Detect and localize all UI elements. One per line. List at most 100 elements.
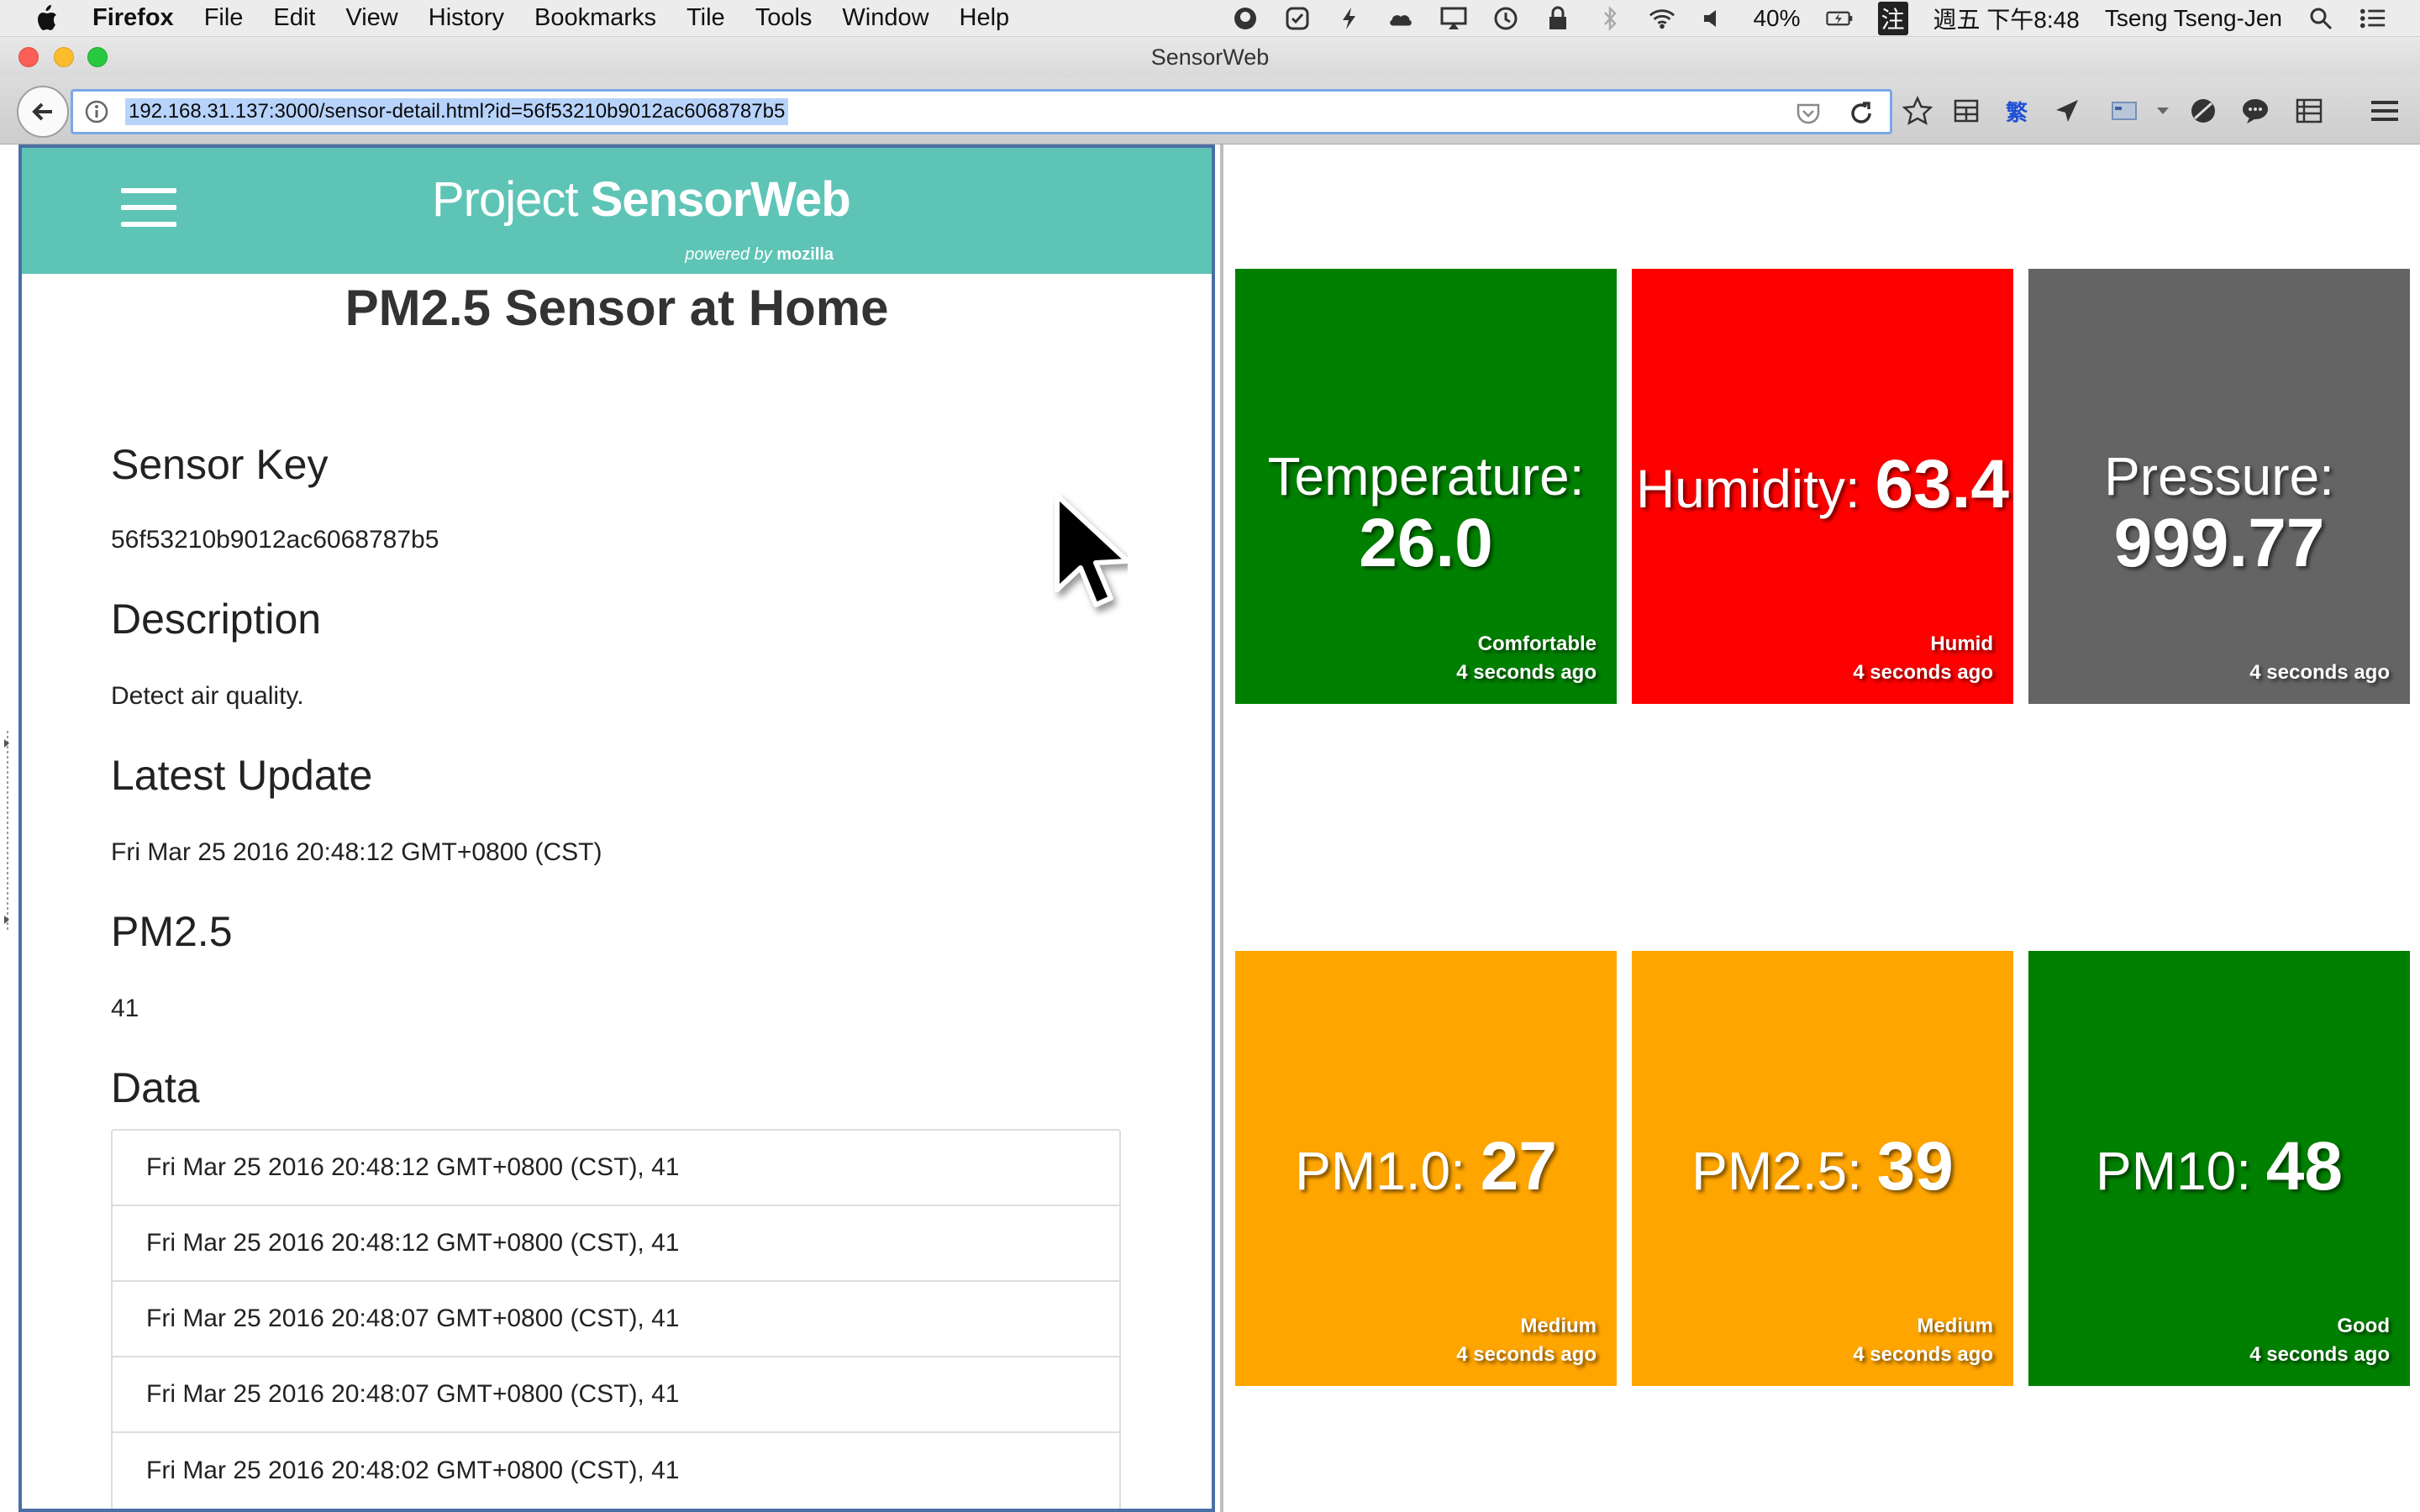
latest-update-heading: Latest Update	[111, 752, 373, 799]
battery-percent: 40%	[1753, 5, 1801, 31]
bluetooth-status-icon[interactable]	[1597, 5, 1623, 32]
send-arrow-icon[interactable]	[2052, 96, 2082, 126]
menu-history[interactable]: History	[429, 4, 504, 32]
description-heading: Description	[111, 596, 322, 643]
tile-status: Humid	[1930, 633, 1993, 655]
lightning-status-icon[interactable]	[1336, 5, 1363, 32]
list-item[interactable]: Fri Mar 25 2016 20:48:12 GMT+0800 (CST),…	[113, 1206, 1119, 1282]
chinese-convert-icon[interactable]: 繁	[2002, 96, 2032, 126]
menu-tile[interactable]: Tile	[687, 4, 725, 32]
back-button[interactable]	[17, 86, 69, 138]
url-text[interactable]: 192.168.31.137:3000/sensor-detail.html?i…	[125, 98, 789, 125]
tile-reading: Pressure: 999.77	[2028, 445, 2410, 583]
tile-updated: 4 seconds ago	[1853, 661, 1993, 684]
tile-reading: Temperature: 26.0	[1235, 445, 1617, 583]
menu-help[interactable]: Help	[960, 4, 1010, 32]
close-window-button[interactable]	[18, 47, 39, 67]
pm25-heading: PM2.5	[111, 908, 233, 955]
menu-window[interactable]: Window	[842, 4, 929, 32]
tile-updated: 4 seconds ago	[1853, 1343, 1993, 1366]
menu-tools[interactable]: Tools	[755, 4, 813, 32]
tile-reading: Humidity: 63.4	[1632, 445, 2013, 524]
app-header: Project SensorWeb powered by mozilla	[22, 148, 1212, 274]
description-value: Detect air quality.	[111, 682, 304, 710]
pane-resize-handle[interactable]	[3, 731, 12, 932]
tile-value: 39	[1876, 1128, 1954, 1205]
pressure-tile[interactable]: Pressure: 999.77 4 seconds ago	[2028, 269, 2410, 704]
menubar-clock[interactable]: 週五 下午8:48	[1933, 2, 2080, 35]
tile-updated: 4 seconds ago	[2249, 1343, 2390, 1366]
site-info-icon[interactable]	[85, 100, 108, 123]
menu-view[interactable]: View	[345, 4, 397, 32]
dropdown-chevron-icon[interactable]	[2148, 96, 2178, 126]
tile-status: Medium	[1520, 1315, 1597, 1337]
chat-status-icon[interactable]	[1232, 5, 1259, 32]
tile-value: 48	[2265, 1128, 2343, 1205]
menubar-user[interactable]: Tseng Tseng-Jen	[2105, 5, 2282, 32]
screenshot-tool-icon[interactable]	[2109, 96, 2139, 126]
battery-icon[interactable]	[1825, 5, 1853, 32]
airplay-status-icon[interactable]	[1440, 5, 1467, 32]
bookmarks-menu-icon[interactable]	[1951, 96, 1981, 126]
list-item[interactable]: Fri Mar 25 2016 20:48:07 GMT+0800 (CST),…	[113, 1357, 1119, 1433]
tile-status: Medium	[1917, 1315, 1993, 1337]
tile-updated: 4 seconds ago	[1456, 661, 1597, 684]
checkmark-status-icon[interactable]	[1284, 5, 1311, 32]
humidity-tile[interactable]: Humidity: 63.4 Humid 4 seconds ago	[1632, 269, 2013, 704]
cloud-status-icon[interactable]	[1388, 5, 1415, 32]
tile-label: PM2.5:	[1691, 1141, 1877, 1201]
pane-divider[interactable]	[1220, 144, 1223, 1512]
pm25-value: 41	[111, 995, 139, 1022]
list-item[interactable]: Fri Mar 25 2016 20:48:07 GMT+0800 (CST),…	[113, 1282, 1119, 1357]
sensor-detail-pane: Project SensorWeb powered by mozilla PM2…	[18, 144, 1215, 1512]
tile-status: Comfortable	[1477, 633, 1597, 655]
pocket-icon[interactable]	[1796, 102, 1821, 125]
reload-icon[interactable]	[1848, 100, 1875, 127]
volume-status-icon[interactable]	[1701, 5, 1728, 32]
menu-edit[interactable]: Edit	[273, 4, 315, 32]
wifi-status-icon[interactable]	[1649, 5, 1676, 32]
hamburger-menu-icon[interactable]	[121, 188, 176, 228]
tile-label: Temperature:	[1267, 446, 1585, 507]
back-arrow-icon	[32, 102, 52, 121]
spotlight-search-icon[interactable]	[2307, 5, 2334, 32]
open-menu-icon[interactable]	[2370, 96, 2400, 126]
bookmark-star-icon[interactable]	[1902, 96, 1933, 126]
tile-reading: PM1.0: 27	[1235, 1127, 1617, 1206]
apple-logo-icon[interactable]	[34, 4, 59, 33]
pm25-tile[interactable]: PM2.5: 39 Medium 4 seconds ago	[1632, 951, 2013, 1386]
pm10-tile[interactable]: PM1.0: 27 Medium 4 seconds ago	[1235, 951, 1617, 1386]
latest-update-value: Fri Mar 25 2016 20:48:12 GMT+0800 (CST)	[111, 838, 602, 866]
project-sensorweb-logo[interactable]: Project SensorWeb powered by mozilla	[432, 171, 851, 264]
browser-toolbar: 192.168.31.137:3000/sensor-detail.html?i…	[0, 77, 2420, 144]
tile-value: 27	[1480, 1128, 1557, 1205]
menu-firefox[interactable]: Firefox	[92, 4, 174, 32]
minimize-window-button[interactable]	[54, 47, 74, 67]
chat-bubble-icon[interactable]	[2240, 96, 2270, 126]
tile-meta: Comfortable 4 seconds ago	[1456, 630, 1597, 687]
input-method-indicator[interactable]: 注	[1877, 2, 1908, 35]
tile-label: PM10:	[2096, 1141, 2266, 1201]
tile-value: 26.0	[1359, 505, 1493, 581]
tile-meta: Good 4 seconds ago	[2249, 1312, 2390, 1369]
temperature-tile[interactable]: Temperature: 26.0 Comfortable 4 seconds …	[1235, 269, 1617, 704]
time-machine-status-icon[interactable]	[1492, 5, 1519, 32]
mouse-cursor-icon	[1055, 493, 1128, 607]
list-item[interactable]: Fri Mar 25 2016 20:48:12 GMT+0800 (CST),…	[113, 1131, 1119, 1206]
url-bar[interactable]: 192.168.31.137:3000/sensor-detail.html?i…	[71, 89, 1892, 134]
tile-updated: 4 seconds ago	[1456, 1343, 1597, 1366]
tile-updated: 4 seconds ago	[2249, 661, 2390, 684]
pm10-large-tile[interactable]: PM10: 48 Good 4 seconds ago	[2028, 951, 2410, 1386]
lock-status-icon[interactable]	[1544, 5, 1571, 32]
tile-meta: Humid 4 seconds ago	[1853, 630, 1993, 687]
tile-meta: 4 seconds ago	[2249, 659, 2390, 687]
menu-file[interactable]: File	[204, 4, 244, 32]
zoom-window-button[interactable]	[87, 47, 108, 67]
tracking-protection-icon[interactable]	[2188, 96, 2218, 126]
reader-list-icon[interactable]	[2294, 96, 2324, 126]
logo-powered-by: powered by mozilla	[685, 245, 834, 264]
notification-center-icon[interactable]	[2360, 5, 2386, 32]
tile-value: 63.4	[1875, 446, 2010, 522]
menu-bookmarks[interactable]: Bookmarks	[534, 4, 656, 32]
list-item[interactable]: Fri Mar 25 2016 20:48:02 GMT+0800 (CST),…	[113, 1433, 1119, 1509]
